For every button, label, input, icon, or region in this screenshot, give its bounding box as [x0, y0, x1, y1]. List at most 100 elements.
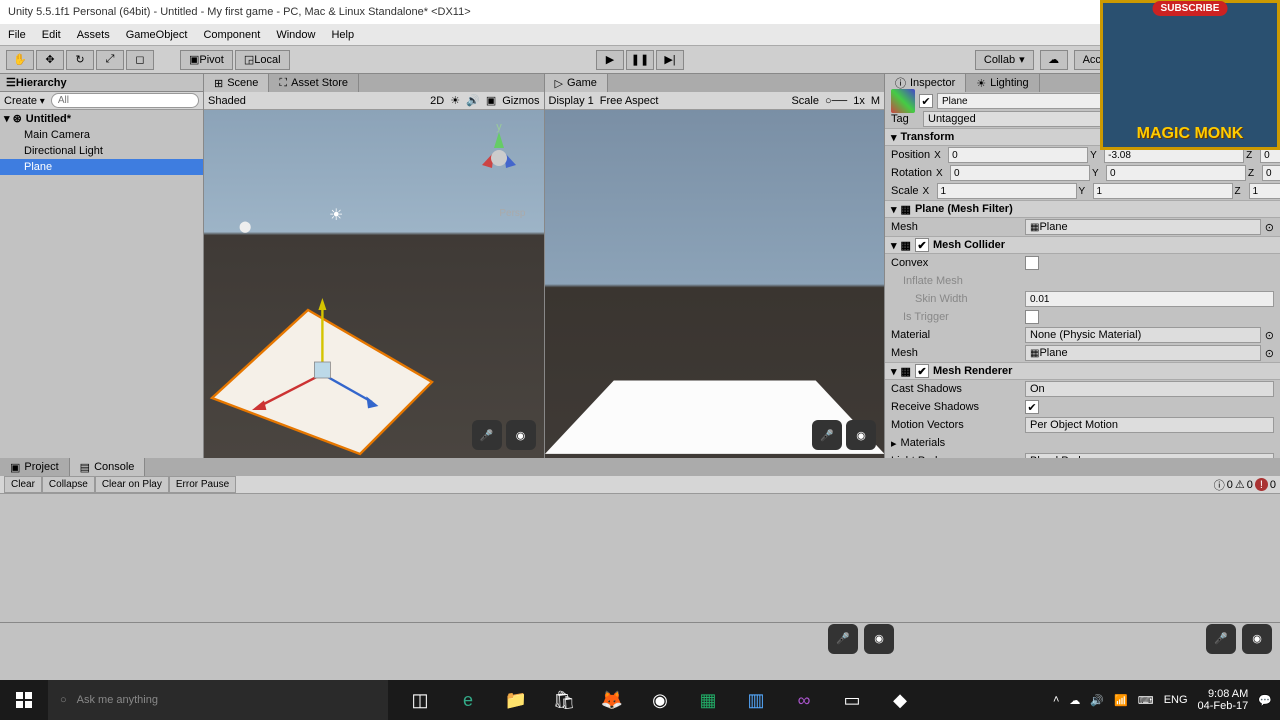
meshrenderer-enabled[interactable]: ✔: [915, 364, 929, 378]
rotation-z[interactable]: [1262, 165, 1280, 181]
transform-foldout[interactable]: ▾: [891, 131, 897, 144]
skinwidth-field[interactable]: [1025, 291, 1274, 307]
tray-network-icon[interactable]: 📶: [1114, 694, 1128, 707]
game-aspect-dropdown[interactable]: Free Aspect: [600, 95, 659, 107]
tray-keyboard-icon[interactable]: ⌨: [1138, 694, 1154, 707]
cloud-button[interactable]: ☁: [1040, 50, 1068, 70]
scale-y[interactable]: [1093, 183, 1233, 199]
meshfilter-mesh-field[interactable]: ▦ Plane: [1025, 219, 1261, 235]
scene-fx-icon[interactable]: ▣: [486, 94, 496, 107]
bottom-mic-icon[interactable]: 🎤: [828, 624, 858, 654]
orientation-gizmo[interactable]: y: [464, 120, 534, 200]
console-clear[interactable]: Clear: [4, 476, 42, 493]
collmesh-field[interactable]: ▦ Plane: [1025, 345, 1261, 361]
lighting-tab[interactable]: ☀ Lighting: [966, 74, 1039, 92]
game-tab[interactable]: ▷ Game: [545, 74, 608, 92]
scene-tab[interactable]: ⊞ Scene: [204, 74, 269, 92]
object-picker-icon[interactable]: ⊙: [1265, 221, 1274, 234]
rotation-y[interactable]: [1106, 165, 1246, 181]
menu-help[interactable]: Help: [331, 29, 354, 41]
collab-dropdown[interactable]: Collab ▾: [975, 50, 1034, 70]
meshcollider-enabled[interactable]: ✔: [915, 238, 929, 252]
info-icon[interactable]: ⓘ: [1214, 477, 1225, 493]
project-tab[interactable]: ▣ Project: [0, 458, 70, 476]
warn-icon[interactable]: ⚠: [1235, 478, 1245, 491]
recvshadows-checkbox[interactable]: ✔: [1025, 400, 1039, 414]
hierarchy-item-camera[interactable]: Main Camera: [0, 127, 203, 143]
app1-icon[interactable]: ▥: [732, 680, 780, 720]
step-button[interactable]: ▶|: [656, 50, 684, 70]
scene-record-icon[interactable]: ◉: [506, 420, 536, 450]
vs-icon[interactable]: ∞: [780, 680, 828, 720]
game-scale-slider[interactable]: ○──: [825, 95, 847, 107]
app2-icon[interactable]: ▭: [828, 680, 876, 720]
scene-2d-toggle[interactable]: 2D: [430, 95, 444, 107]
error-icon[interactable]: !: [1255, 478, 1268, 491]
asset-store-tab[interactable]: ⛶ Asset Store: [269, 74, 359, 92]
menu-component[interactable]: Component: [203, 29, 260, 41]
menu-edit[interactable]: Edit: [42, 29, 61, 41]
scene-gizmos-dropdown[interactable]: Gizmos: [502, 95, 539, 107]
tray-volume-icon[interactable]: 🔊: [1090, 694, 1104, 707]
hierarchy-item-plane[interactable]: Plane: [0, 159, 203, 175]
scene-viewport[interactable]: ☀ ⬤ y Persp 🎤 ◉: [204, 110, 544, 458]
scene-mic-icon[interactable]: 🎤: [472, 420, 502, 450]
hierarchy-item-light[interactable]: Directional Light: [0, 143, 203, 159]
hierarchy-create[interactable]: Create ▾: [4, 95, 45, 107]
chrome-icon[interactable]: ◉: [636, 680, 684, 720]
meshcollider-foldout[interactable]: ▾: [891, 239, 897, 252]
start-button[interactable]: [0, 680, 48, 720]
edge-icon[interactable]: e: [444, 680, 492, 720]
menu-window[interactable]: Window: [276, 29, 315, 41]
istrigger-checkbox[interactable]: [1025, 310, 1039, 324]
game-mic-icon[interactable]: 🎤: [812, 420, 842, 450]
taskview-icon[interactable]: ◫: [396, 680, 444, 720]
game-viewport[interactable]: 🎤 ◉: [545, 110, 885, 458]
scale-tool[interactable]: ⤢: [96, 50, 124, 70]
unity-icon[interactable]: ◆: [876, 680, 924, 720]
console-tab[interactable]: ▤ Console: [70, 458, 146, 476]
hierarchy-scene-root[interactable]: ▾ ⊛ Untitled*: [0, 110, 203, 127]
materials-foldout[interactable]: ▸: [891, 437, 897, 450]
motionvec-dropdown[interactable]: Per Object Motion: [1025, 417, 1274, 433]
explorer-icon[interactable]: 📁: [492, 680, 540, 720]
tray-notifications-icon[interactable]: 💬: [1258, 694, 1272, 707]
pivot-toggle[interactable]: ▣ Pivot: [180, 50, 233, 70]
bottom-record-icon[interactable]: ◉: [864, 624, 894, 654]
console-clearonplay[interactable]: Clear on Play: [95, 476, 169, 493]
game-record-icon[interactable]: ◉: [846, 420, 876, 450]
scene-audio-icon[interactable]: 🔊: [466, 94, 480, 107]
menu-gameobject[interactable]: GameObject: [126, 29, 188, 41]
scene-light-icon[interactable]: ☀: [450, 94, 460, 107]
hand-tool[interactable]: ✋: [6, 50, 34, 70]
play-button[interactable]: ▶: [596, 50, 624, 70]
console-errorpause[interactable]: Error Pause: [169, 476, 236, 493]
tray-onedrive-icon[interactable]: ☁: [1069, 694, 1080, 707]
store-icon[interactable]: 🛍: [540, 680, 588, 720]
menu-assets[interactable]: Assets: [77, 29, 110, 41]
tray-up-icon[interactable]: ˄: [1053, 694, 1059, 706]
console-body[interactable]: [0, 494, 1280, 622]
hierarchy-search[interactable]: [51, 93, 199, 108]
rotation-x[interactable]: [950, 165, 1090, 181]
object-enabled-checkbox[interactable]: ✔: [919, 94, 933, 108]
tray-clock[interactable]: 9:08 AM 04-Feb-17: [1198, 688, 1249, 712]
console-collapse[interactable]: Collapse: [42, 476, 95, 493]
meshrenderer-foldout[interactable]: ▾: [891, 365, 897, 378]
scene-shading-dropdown[interactable]: Shaded: [208, 95, 246, 107]
scale-x[interactable]: [937, 183, 1077, 199]
game-maximize[interactable]: M: [871, 95, 880, 107]
move-tool[interactable]: ✥: [36, 50, 64, 70]
rotate-tool[interactable]: ↻: [66, 50, 94, 70]
scale-z[interactable]: [1249, 183, 1280, 199]
game-display-dropdown[interactable]: Display 1: [549, 95, 594, 107]
local-toggle[interactable]: ◲ Local: [235, 50, 290, 70]
cortana-search[interactable]: ○ Ask me anything: [48, 680, 388, 720]
convex-checkbox[interactable]: [1025, 256, 1039, 270]
excel-icon[interactable]: ▦: [684, 680, 732, 720]
firefox-icon[interactable]: 🦊: [588, 680, 636, 720]
picker-icon[interactable]: ⊙: [1265, 329, 1274, 342]
rect-tool[interactable]: ◻: [126, 50, 154, 70]
bottom-record2-icon[interactable]: ◉: [1242, 624, 1272, 654]
castshadows-dropdown[interactable]: On: [1025, 381, 1274, 397]
